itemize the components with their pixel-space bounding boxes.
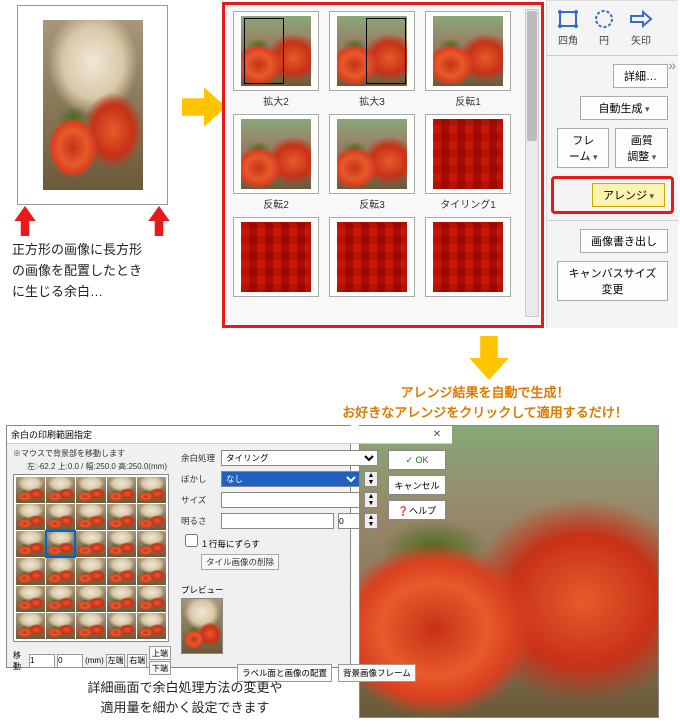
- preview-label: プレビュー: [181, 584, 378, 596]
- thumb-cell[interactable]: 拡大2: [233, 11, 319, 108]
- tile-remove-button[interactable]: タイル画像の削除: [201, 554, 279, 570]
- thumb-cell[interactable]: [329, 217, 415, 299]
- move-label: 移動: [13, 650, 27, 672]
- shape-arrow-button[interactable]: 矢印: [629, 9, 653, 47]
- thumb-image: [241, 119, 311, 189]
- mini-preview: [181, 598, 223, 654]
- thumb-cell[interactable]: [425, 217, 511, 299]
- original-image-frame: [17, 5, 168, 205]
- thumb-cell[interactable]: タイリング1: [425, 114, 511, 211]
- snap-bottom-button[interactable]: 下端: [149, 661, 171, 675]
- brightness-spinner[interactable]: ▲▼: [364, 513, 378, 529]
- original-caption: 正方形の画像に長方形 の画像を配置したとき に生じる余白…: [12, 240, 187, 302]
- thumb-label: 拡大2: [233, 93, 319, 108]
- gallery-scrollbar[interactable]: [525, 9, 539, 317]
- thumb-label: 反転1: [425, 93, 511, 108]
- thumb-label: タイリング1: [425, 196, 511, 211]
- thumb-cell[interactable]: 拡大3: [329, 11, 415, 108]
- thumb-image: [241, 222, 311, 292]
- blur-select[interactable]: なし: [221, 471, 360, 487]
- dialog-title: 余白の印刷範囲指定: [11, 428, 92, 441]
- method-select[interactable]: タイリング: [221, 450, 378, 466]
- close-icon[interactable]: ✕: [426, 429, 448, 440]
- dialog-dimensions: 左:-62.2 上:0.0 / 幅:250.0 高:250.0(mm): [13, 461, 171, 472]
- move-y-input[interactable]: [57, 654, 83, 668]
- crop-rect-icon: [366, 18, 406, 84]
- caption-line: に生じる余白…: [12, 284, 103, 299]
- bg-frame-button[interactable]: 背景画像フレーム: [338, 664, 416, 682]
- quality-dropdown[interactable]: 画質調整: [615, 128, 668, 168]
- arrow-down-icon: [467, 336, 511, 380]
- arrange-gallery-panel: 拡大2 拡大3 反転1 反転2 反転3: [222, 2, 544, 328]
- thumb-image: [337, 119, 407, 189]
- auto-generate-dropdown[interactable]: 自動生成: [580, 96, 668, 120]
- brightness-offset-input[interactable]: [338, 513, 360, 529]
- caption-line: 正方形の画像に長方形: [12, 242, 142, 257]
- dialog-titlebar[interactable]: 余白の印刷範囲指定 ✕: [7, 426, 452, 444]
- blur-spinner[interactable]: ▲▼: [364, 471, 378, 487]
- size-label: サイズ: [181, 494, 217, 506]
- dialog-caption: 詳細画面で余白処理方法の変更や 適用量を細かく設定できます: [50, 678, 320, 717]
- shape-label: 四角: [558, 36, 578, 47]
- thumb-cell[interactable]: 反転3: [329, 114, 415, 211]
- snap-left-button[interactable]: 左端: [106, 654, 126, 668]
- thumb-image: [433, 16, 503, 86]
- arrow-right-icon: [182, 85, 226, 129]
- method-label: 余白処理: [181, 452, 217, 464]
- size-input[interactable]: [221, 492, 360, 508]
- margin-settings-dialog: 余白の印刷範囲指定 ✕ ※マウスで背景部を移動します 左:-62.2 上:0.0…: [6, 425, 351, 668]
- help-button[interactable]: ❓ヘルプ: [388, 500, 446, 520]
- caption-line: アレンジ結果を自動で生成！: [400, 385, 569, 400]
- blur-label: ぼかし: [181, 473, 217, 485]
- caption-line: 適用量を細かく設定できます: [100, 700, 269, 715]
- thumb-cell[interactable]: [233, 217, 319, 299]
- thumb-image: [433, 119, 503, 189]
- stagger-checkbox[interactable]: [185, 534, 198, 547]
- thumb-label: 反転3: [329, 196, 415, 211]
- unit-label: (mm): [85, 656, 104, 665]
- move-controls: 移動 (mm) 左端 右端 上端 下端: [13, 646, 171, 675]
- thumb-image: [433, 222, 503, 292]
- thumb-label: 反転2: [233, 196, 319, 211]
- shape-label: 矢印: [631, 36, 651, 47]
- arrange-highlight: アレンジ: [551, 176, 674, 214]
- arrange-caption: アレンジ結果を自動で生成！ お好きなアレンジをクリックして適用するだけ！: [300, 383, 670, 422]
- original-image: [43, 20, 143, 190]
- crop-rect-icon: [244, 18, 284, 84]
- thumb-label: 拡大3: [329, 93, 415, 108]
- detail-button[interactable]: 詳細…: [613, 64, 668, 88]
- move-x-input[interactable]: [29, 654, 55, 668]
- caption-line: お好きなアレンジをクリックして適用するだけ！: [342, 405, 628, 420]
- tool-palette: 四角 円 矢印 » 詳細… 自動生成 フレーム 画質調整 アレンジ 画像書き出し…: [546, 0, 678, 328]
- scrollbar-thumb[interactable]: [527, 11, 537, 141]
- caption-line: の画像を配置したとき: [12, 263, 142, 278]
- dialog-hint: ※マウスで背景部を移動します: [13, 448, 171, 459]
- arrange-dropdown[interactable]: アレンジ: [592, 183, 665, 207]
- snap-top-button[interactable]: 上端: [149, 646, 171, 660]
- tiling-preview[interactable]: [13, 474, 169, 642]
- caption-line: 詳細画面で余白処理方法の変更や: [87, 680, 282, 695]
- size-spinner[interactable]: ▲▼: [364, 492, 378, 508]
- stagger-label: １行毎にずらす: [200, 539, 259, 549]
- thumb-image: [337, 222, 407, 292]
- thumb-cell[interactable]: 反転1: [425, 11, 511, 108]
- frame-dropdown[interactable]: フレーム: [557, 128, 609, 168]
- snap-right-button[interactable]: 右端: [127, 654, 147, 668]
- margin-arrow-left-icon: [14, 206, 36, 236]
- brightness-input[interactable]: [221, 513, 334, 529]
- chevron-right-icon[interactable]: »: [668, 57, 676, 73]
- export-button[interactable]: 画像書き出し: [580, 229, 668, 253]
- margin-arrow-right-icon: [148, 206, 170, 236]
- shape-label: 円: [599, 36, 609, 47]
- shape-circle-button[interactable]: 円: [593, 9, 615, 47]
- brightness-label: 明るさ: [181, 515, 217, 527]
- shape-rect-button[interactable]: 四角: [557, 9, 579, 47]
- thumb-cell[interactable]: 反転2: [233, 114, 319, 211]
- cancel-button[interactable]: キャンセル: [388, 475, 446, 495]
- canvas-size-button[interactable]: キャンバスサイズ変更: [557, 261, 668, 301]
- ok-button[interactable]: ✓ OK: [388, 450, 446, 470]
